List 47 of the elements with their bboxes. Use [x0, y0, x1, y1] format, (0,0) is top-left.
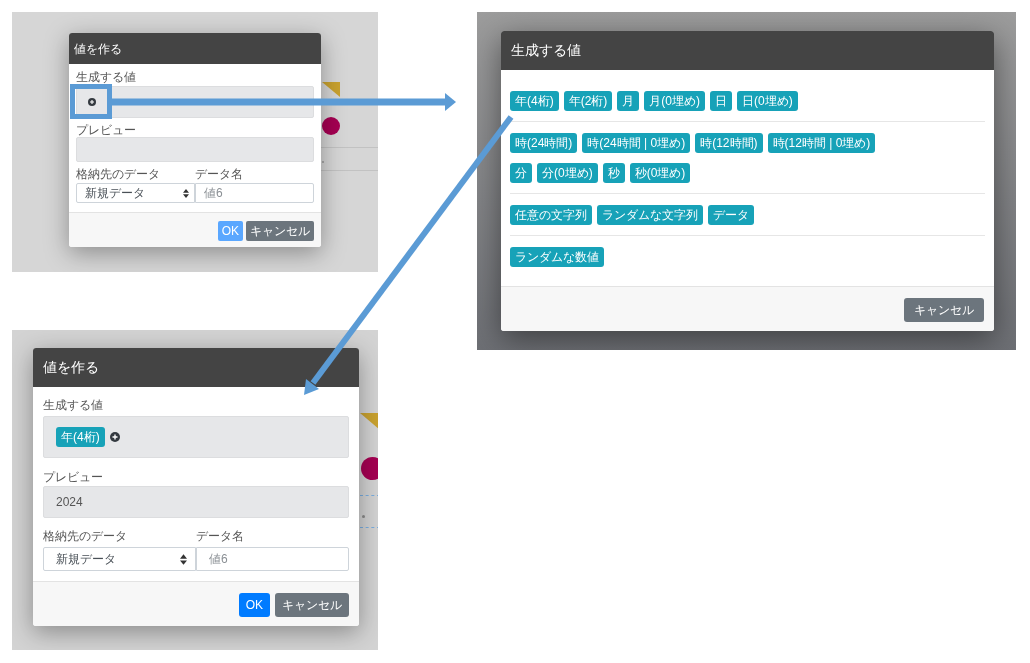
plus-circle-icon [88, 98, 96, 106]
ok-button[interactable]: OK [238, 593, 270, 617]
triangle-icon [322, 82, 340, 97]
add-button[interactable] [88, 98, 96, 106]
value-chip[interactable]: 月(0埋め) [644, 91, 705, 111]
value-chip[interactable]: 分(0埋め) [537, 163, 598, 183]
up-down-arrows-icon [183, 188, 189, 198]
dialog-title: 値を作る [43, 358, 99, 377]
value-chip[interactable]: ランダムな数値 [510, 247, 604, 267]
value-chip[interactable]: 分 [510, 163, 532, 183]
field-label: プレビュー [43, 470, 103, 485]
value-chip[interactable]: 月 [617, 91, 640, 111]
value-chip[interactable]: 時(12時間 | 0埋め) [767, 133, 876, 153]
value-chip[interactable]: 日 [710, 91, 732, 111]
field-label: 格納先のデータ [76, 168, 160, 181]
field-label: 生成する値 [43, 398, 103, 413]
field-label: 生成する値 [76, 71, 136, 84]
field-label: データ名 [196, 529, 244, 544]
value-chip[interactable]: 時(24時間) [510, 133, 578, 153]
value-chip[interactable]: 年(2桁) [563, 91, 613, 111]
cancel-button[interactable]: キャンセル [275, 593, 349, 617]
preview-field: 2024 [43, 486, 349, 518]
value-chip[interactable]: データ [708, 205, 754, 225]
dialog-title: 生成する値 [511, 41, 581, 60]
value-chip[interactable]: 任意の文字列 [510, 205, 592, 225]
value-chip[interactable]: 秒 [602, 163, 625, 183]
value-chip[interactable]: 年(4桁) [56, 427, 105, 447]
plus-circle-icon [109, 432, 120, 442]
text-input[interactable]: 値6 [196, 547, 349, 571]
up-down-arrows-icon [180, 553, 187, 565]
text-input[interactable]: 値6 [195, 183, 314, 203]
field-label: プレビュー [76, 124, 136, 137]
storage-select[interactable]: 新規データ [43, 547, 196, 571]
value-chip[interactable]: 時(12時間) [695, 133, 763, 153]
value-chip[interactable]: 日(0埋め) [737, 91, 798, 111]
field-label: データ名 [195, 168, 243, 181]
add-button[interactable] [109, 432, 120, 442]
triangle-icon [360, 413, 378, 430]
dialog-title: 値を作る [74, 40, 122, 58]
cancel-button[interactable]: キャンセル [904, 298, 984, 322]
value-chip[interactable]: 秒(0埋め) [629, 163, 691, 183]
value-chip[interactable]: ランダムな文字列 [597, 205, 703, 225]
value-chip[interactable]: 時(24時間 | 0埋め) [582, 133, 691, 153]
cancel-button[interactable]: キャンセル [246, 221, 314, 241]
storage-select[interactable]: 新規データ [76, 183, 195, 203]
field-label: 格納先のデータ [43, 529, 127, 544]
value-chip[interactable]: 年(4桁) [510, 91, 559, 111]
